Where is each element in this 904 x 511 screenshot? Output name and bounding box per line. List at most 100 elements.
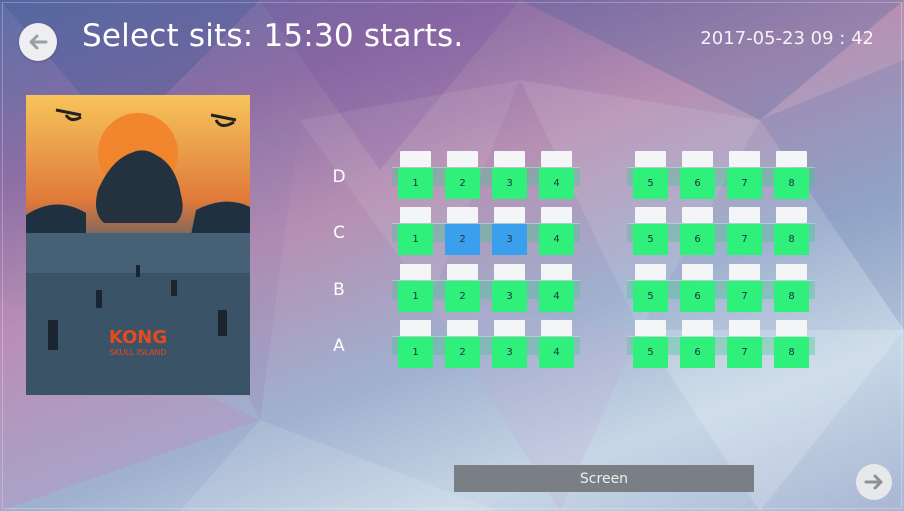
row-label-c: C	[333, 223, 345, 243]
seat-b7[interactable]: 7	[727, 264, 762, 312]
seat-a7[interactable]: 7	[727, 320, 762, 368]
seat-back	[494, 320, 525, 336]
seat-number: 6	[680, 168, 715, 199]
seat-back	[635, 264, 666, 280]
next-button[interactable]	[856, 464, 892, 500]
seat-c7[interactable]: 7	[727, 207, 762, 255]
seat-back	[400, 151, 431, 167]
seat-back	[447, 264, 478, 280]
seat-c6[interactable]: 6	[680, 207, 715, 255]
seat-back	[729, 207, 760, 223]
seat-b8[interactable]: 8	[774, 264, 809, 312]
seat-a8[interactable]: 8	[774, 320, 809, 368]
seat-d7[interactable]: 7	[727, 151, 762, 199]
seat-c3[interactable]: 3	[492, 207, 527, 255]
seat-number: 8	[774, 281, 809, 312]
seat-back	[776, 264, 807, 280]
back-button[interactable]	[19, 23, 57, 61]
seat-number: 7	[727, 281, 762, 312]
seat-number: 8	[774, 337, 809, 368]
seat-back	[447, 320, 478, 336]
seat-number: 6	[680, 337, 715, 368]
seat-number: 7	[727, 337, 762, 368]
seat-number: 3	[492, 337, 527, 368]
seat-number: 7	[727, 224, 762, 255]
seat-back	[682, 320, 713, 336]
seat-number: 4	[539, 168, 574, 199]
seat-b4[interactable]: 4	[539, 264, 574, 312]
seat-number: 3	[492, 281, 527, 312]
seat-group-d: 5678	[633, 151, 809, 199]
seat-d5[interactable]: 5	[633, 151, 668, 199]
seat-number: 3	[492, 224, 527, 255]
seat-group-a: 1234	[398, 320, 574, 368]
seat-number: 5	[633, 337, 668, 368]
arrow-left-icon	[29, 34, 48, 50]
seat-d3[interactable]: 3	[492, 151, 527, 199]
movie-poster: KONG SKULL ISLAND	[26, 95, 250, 395]
seat-b1[interactable]: 1	[398, 264, 433, 312]
seat-b5[interactable]: 5	[633, 264, 668, 312]
seat-number: 8	[774, 224, 809, 255]
seat-back	[729, 320, 760, 336]
seat-back	[541, 207, 572, 223]
seat-back	[776, 151, 807, 167]
seat-a4[interactable]: 4	[539, 320, 574, 368]
screen-indicator: Screen	[454, 465, 754, 492]
seat-a6[interactable]: 6	[680, 320, 715, 368]
seat-back	[447, 207, 478, 223]
seat-group-b: 1234	[398, 264, 574, 312]
seat-a5[interactable]: 5	[633, 320, 668, 368]
seat-c5[interactable]: 5	[633, 207, 668, 255]
seat-back	[635, 151, 666, 167]
seat-a3[interactable]: 3	[492, 320, 527, 368]
seat-c8[interactable]: 8	[774, 207, 809, 255]
seat-b2[interactable]: 2	[445, 264, 480, 312]
seat-back	[494, 151, 525, 167]
seat-number: 1	[398, 281, 433, 312]
seat-number: 4	[539, 337, 574, 368]
seat-back	[400, 320, 431, 336]
seat-c2[interactable]: 2	[445, 207, 480, 255]
datetime: 2017-05-23 09 : 42	[700, 28, 874, 49]
seat-a2[interactable]: 2	[445, 320, 480, 368]
seat-number: 1	[398, 337, 433, 368]
seat-number: 3	[492, 168, 527, 199]
seat-group-a: 5678	[633, 320, 809, 368]
seat-group-c: 5678	[633, 207, 809, 255]
seat-number: 7	[727, 168, 762, 199]
seat-number: 1	[398, 168, 433, 199]
seat-d4[interactable]: 4	[539, 151, 574, 199]
seat-group-d: 1234	[398, 151, 574, 199]
seat-d6[interactable]: 6	[680, 151, 715, 199]
row-label-b: B	[333, 280, 345, 300]
seat-group-b: 5678	[633, 264, 809, 312]
seat-back	[541, 264, 572, 280]
seat-back	[729, 151, 760, 167]
seat-c4[interactable]: 4	[539, 207, 574, 255]
arrow-right-icon	[864, 474, 883, 490]
svg-text:SKULL ISLAND: SKULL ISLAND	[109, 348, 166, 357]
seat-back	[776, 320, 807, 336]
seat-b6[interactable]: 6	[680, 264, 715, 312]
seat-back	[400, 264, 431, 280]
seat-number: 1	[398, 224, 433, 255]
seat-b3[interactable]: 3	[492, 264, 527, 312]
seat-number: 2	[445, 337, 480, 368]
seat-number: 2	[445, 224, 480, 255]
row-label-d: D	[332, 167, 346, 187]
seat-number: 4	[539, 224, 574, 255]
seat-d8[interactable]: 8	[774, 151, 809, 199]
seat-back	[494, 207, 525, 223]
seat-c1[interactable]: 1	[398, 207, 433, 255]
seat-back	[635, 320, 666, 336]
row-label-a: A	[333, 336, 345, 356]
seat-back	[682, 264, 713, 280]
seat-back	[729, 264, 760, 280]
seat-number: 5	[633, 281, 668, 312]
seat-a1[interactable]: 1	[398, 320, 433, 368]
seat-back	[776, 207, 807, 223]
seat-d1[interactable]: 1	[398, 151, 433, 199]
seat-d2[interactable]: 2	[445, 151, 480, 199]
seat-number: 8	[774, 168, 809, 199]
